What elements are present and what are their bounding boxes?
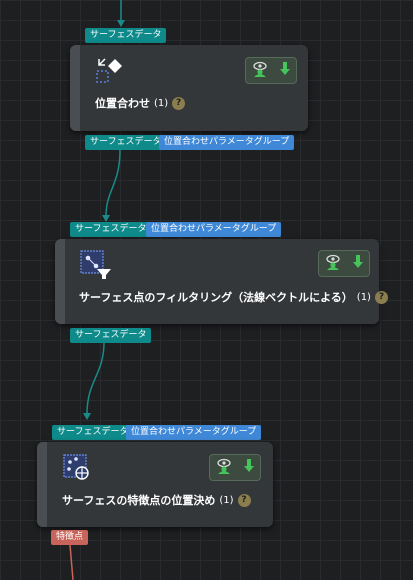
node-count: (1) xyxy=(356,291,371,303)
input-port-align-params-3[interactable]: 位置合わせパラメータグループ xyxy=(126,425,262,440)
download-icon[interactable] xyxy=(352,254,364,274)
node-title-row: サーフェス点のフィルタリング（法線ベクトルによる） (1) ? xyxy=(79,289,388,305)
feature-point-icon xyxy=(62,453,92,487)
output-port-surface-data-1[interactable]: サーフェスデータ xyxy=(85,135,167,150)
input-port-surface-data-2[interactable]: サーフェスデータ xyxy=(70,222,152,237)
input-port-surface-data-1[interactable]: サーフェスデータ xyxy=(85,28,167,43)
node-edge xyxy=(70,45,80,131)
help-icon[interactable]: ? xyxy=(374,290,388,304)
node-tools xyxy=(318,250,370,277)
node-alignment[interactable]: 位置合わせ (1) ? xyxy=(70,45,308,131)
visibility-icon[interactable] xyxy=(215,458,233,478)
download-icon[interactable] xyxy=(243,458,255,478)
node-edge xyxy=(37,442,47,527)
node-feature-point-location[interactable]: サーフェスの特徴点の位置決め (1) ? xyxy=(37,442,273,527)
node-count: (1) xyxy=(154,97,169,109)
align-icon xyxy=(95,55,127,89)
node-title-row: サーフェスの特徴点の位置決め (1) ? xyxy=(62,492,251,508)
node-surface-filter[interactable]: サーフェス点のフィルタリング（法線ベクトルによる） (1) ? xyxy=(55,239,388,324)
output-port-feature-point[interactable]: 特徴点 xyxy=(51,530,89,545)
output-port-align-params-1[interactable]: 位置合わせパラメータグループ xyxy=(159,135,295,150)
visibility-icon[interactable] xyxy=(324,254,342,274)
node-tools xyxy=(209,454,261,481)
input-port-surface-data-3[interactable]: サーフェスデータ xyxy=(52,425,134,440)
node-edge xyxy=(55,239,65,324)
help-icon[interactable]: ? xyxy=(237,493,251,507)
node-title: サーフェス点のフィルタリング（法線ベクトルによる） xyxy=(79,291,353,304)
download-icon[interactable] xyxy=(279,61,291,81)
node-title: サーフェスの特徴点の位置決め xyxy=(62,494,216,507)
input-port-align-params-2[interactable]: 位置合わせパラメータグループ xyxy=(146,222,282,237)
help-icon[interactable]: ? xyxy=(172,96,186,110)
node-title-row: 位置合わせ (1) ? xyxy=(95,95,186,111)
visibility-icon[interactable] xyxy=(251,61,269,81)
output-port-surface-data-2[interactable]: サーフェスデータ xyxy=(70,328,152,343)
node-tools xyxy=(245,57,297,84)
node-title: 位置合わせ xyxy=(95,97,150,110)
node-count: (1) xyxy=(219,494,234,506)
filter-icon xyxy=(79,249,113,283)
